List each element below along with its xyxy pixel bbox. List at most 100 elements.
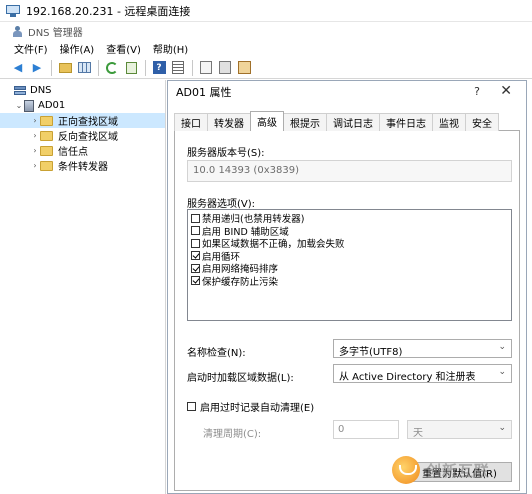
options-label: 服务器选项(V): (187, 199, 256, 210)
chevron-right-icon[interactable]: › (30, 161, 40, 170)
dialog-title-bar: AD01 属性 ? ✕ (168, 81, 526, 103)
console-tree: DNS ⌄ AD01 › 正向查找区域 › 反向查找区域 › 信任点 › 条件转… (0, 80, 166, 494)
version-field: 10.0 14393 (0x3839) (187, 160, 512, 182)
scavenge-label: 启用过时记录自动清理(E) (200, 403, 315, 414)
checkbox[interactable] (191, 238, 200, 248)
toolbar-separator (51, 59, 52, 76)
checkbox[interactable] (191, 226, 200, 236)
tree-label-server: AD01 (38, 100, 66, 111)
refresh-icon[interactable] (104, 60, 120, 76)
period-input[interactable]: 0 (333, 420, 399, 439)
watermark-logo-icon (392, 456, 420, 484)
option-round-robin[interactable]: 启用循环 (188, 250, 511, 263)
folder-icon (40, 115, 53, 126)
up-folder-icon[interactable] (57, 60, 73, 76)
show-hide-tree-icon[interactable] (76, 60, 92, 76)
app-title-bar: DNS 管理器 (0, 22, 532, 40)
dialog-title: AD01 属性 (176, 86, 232, 99)
menu-bar: 文件(F) 操作(A) 查看(V) 帮助(H) (0, 40, 532, 57)
menu-view[interactable]: 查看(V) (106, 41, 141, 56)
document-icon[interactable] (198, 60, 214, 76)
tree-node-dns[interactable]: DNS (0, 83, 165, 98)
tab-strip: 接口 转发器 高级 根提示 调试日志 事件日志 监视 安全 (174, 111, 520, 131)
chevron-down-icon[interactable]: ⌄ (14, 101, 24, 110)
option-label: 保护缓存防止污染 (202, 276, 279, 288)
tab-debug-logging[interactable]: 调试日志 (326, 113, 380, 131)
name-check-label: 名称检查(N): (187, 348, 246, 359)
menu-action[interactable]: 操作(A) (60, 41, 95, 56)
toolbar-separator (145, 59, 146, 76)
folder-icon (40, 145, 53, 156)
tree-node-trust-points[interactable]: › 信任点 (0, 143, 165, 158)
chevron-down-icon: ⌄ (498, 367, 506, 377)
chevron-down-icon: ⌄ (498, 342, 506, 352)
tree-label: 反向查找区域 (58, 132, 118, 143)
tab-security[interactable]: 安全 (465, 113, 499, 131)
server-icon[interactable] (236, 60, 252, 76)
remote-desktop-title: 192.168.20.231 - 远程桌面连接 (26, 4, 191, 18)
tab-event-logging[interactable]: 事件日志 (379, 113, 433, 131)
option-bind-secondaries[interactable]: 启用 BIND 辅助区域 (188, 225, 511, 238)
checkbox-checked[interactable] (191, 263, 200, 273)
load-zone-label: 启动时加载区域数据(L): (187, 373, 294, 384)
version-label: 服务器版本号(S): (187, 148, 265, 159)
tree-label: 正向查找区域 (58, 117, 118, 128)
tree-label: 信任点 (58, 147, 88, 158)
tab-forwarders[interactable]: 转发器 (207, 113, 251, 131)
checkbox[interactable] (191, 213, 200, 223)
checkbox[interactable] (187, 402, 196, 411)
period-unit-dropdown[interactable]: 天 ⌄ (407, 420, 512, 439)
period-label: 清理周期(C): (203, 429, 262, 440)
export-list-icon[interactable] (123, 60, 139, 76)
server-icon (24, 99, 34, 112)
checkbox-checked[interactable] (191, 251, 200, 261)
chevron-right-icon[interactable]: › (30, 146, 40, 155)
watermark-text: 创新互联 (426, 461, 491, 480)
remote-desktop-icon (6, 4, 20, 17)
tree-label: 条件转发器 (58, 162, 108, 173)
tree-node-conditional-forwarders[interactable]: › 条件转发器 (0, 158, 165, 173)
properties-icon[interactable] (170, 60, 186, 76)
load-zone-value: 从 Active Directory 和注册表 (339, 372, 476, 383)
dns-manager-icon (12, 25, 23, 37)
chevron-right-icon[interactable]: › (30, 131, 40, 140)
name-check-dropdown[interactable]: 多字节(UTF8) ⌄ (333, 339, 512, 358)
toolbar-separator (98, 59, 99, 76)
document-2-icon[interactable] (217, 60, 233, 76)
tree-node-reverse-lookup-zones[interactable]: › 反向查找区域 (0, 128, 165, 143)
scavenge-checkbox-row[interactable]: 启用过时记录自动清理(E) (187, 399, 314, 414)
option-netmask-ordering[interactable]: 启用网络掩码排序 (188, 262, 511, 275)
tab-monitoring[interactable]: 监视 (432, 113, 466, 131)
tab-interfaces[interactable]: 接口 (174, 113, 208, 131)
help-icon[interactable]: ? (474, 85, 480, 98)
folder-icon (40, 130, 53, 141)
checkbox-checked[interactable] (191, 276, 200, 286)
toolbar-separator (192, 59, 193, 76)
chevron-down-icon: ⌄ (498, 423, 506, 433)
app-title: DNS 管理器 (28, 27, 83, 39)
menu-help[interactable]: 帮助(H) (153, 41, 188, 56)
tab-advanced[interactable]: 高级 (250, 111, 284, 131)
tree-label-dns: DNS (30, 85, 52, 96)
help-icon[interactable]: ? (151, 60, 167, 76)
dns-icon (14, 85, 26, 97)
tree-node-server[interactable]: ⌄ AD01 (0, 98, 165, 113)
back-arrow-icon[interactable]: ◀ (10, 60, 26, 76)
option-fail-on-load[interactable]: 如果区域数据不正确，加载会失败 (188, 237, 511, 250)
remote-desktop-title-bar: 192.168.20.231 - 远程桌面连接 (0, 0, 532, 22)
period-unit-value: 天 (413, 428, 423, 439)
chevron-right-icon[interactable]: › (30, 116, 40, 125)
close-icon[interactable]: ✕ (500, 83, 512, 99)
properties-dialog: AD01 属性 ? ✕ 接口 转发器 高级 根提示 调试日志 事件日志 监视 安… (167, 80, 527, 494)
forward-arrow-icon[interactable]: ▶ (29, 60, 45, 76)
tree-node-forward-lookup-zones[interactable]: › 正向查找区域 (0, 113, 165, 128)
name-check-value: 多字节(UTF8) (339, 347, 403, 358)
option-disable-recursion[interactable]: 禁用递归(也禁用转发器) (188, 212, 511, 225)
load-zone-dropdown[interactable]: 从 Active Directory 和注册表 ⌄ (333, 364, 512, 383)
server-options-list[interactable]: 禁用递归(也禁用转发器) 启用 BIND 辅助区域 如果区域数据不正确，加载会失… (187, 209, 512, 321)
menu-file[interactable]: 文件(F) (14, 41, 48, 56)
option-secure-cache[interactable]: 保护缓存防止污染 (188, 275, 511, 288)
advanced-panel: 服务器版本号(S): 10.0 14393 (0x3839) 服务器选项(V):… (174, 131, 520, 491)
folder-icon (40, 160, 53, 171)
tab-root-hints[interactable]: 根提示 (283, 113, 327, 131)
